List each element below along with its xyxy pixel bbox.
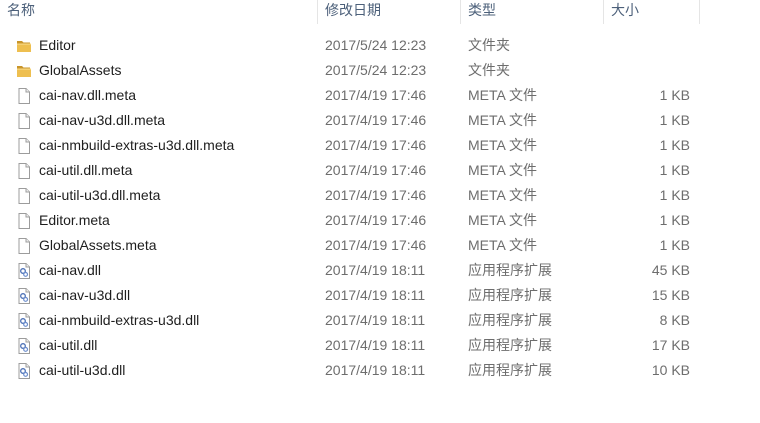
column-header-name[interactable]: 名称	[0, 0, 318, 24]
file-date-modified: 2017/4/19 17:46	[325, 137, 427, 153]
file-type: META 文件	[468, 112, 537, 128]
file-date-modified: 2017/4/19 17:46	[325, 187, 427, 203]
file-type: META 文件	[468, 187, 537, 203]
file-name: GlobalAssets	[39, 62, 122, 78]
file-name: GlobalAssets.meta	[39, 237, 157, 253]
dll-icon	[15, 262, 33, 280]
file-name: cai-util-u3d.dll	[39, 362, 126, 378]
file-rows: Editor 2017/5/24 12:23 文件夹 GlobalAssets 2017…	[0, 33, 760, 383]
folder-row[interactable]: GlobalAssets 2017/5/24 12:23 文件夹	[0, 58, 700, 83]
file-date-modified: 2017/4/19 17:46	[325, 212, 427, 228]
file-name: cai-nav-u3d.dll.meta	[39, 112, 166, 128]
document-icon	[15, 87, 33, 105]
file-size: 1 KB	[659, 237, 690, 253]
file-name: cai-nmbuild-extras-u3d.dll	[39, 312, 200, 328]
file-size	[610, 33, 690, 58]
file-row[interactable]: cai-util-u3d.dll 2017/4/19 18:11 应用程序扩展 10 …	[0, 358, 700, 383]
file-size: 1 KB	[659, 162, 690, 178]
file-date-modified: 2017/4/19 17:46	[325, 162, 427, 178]
file-type: 应用程序扩展	[468, 312, 552, 328]
document-icon	[15, 137, 33, 155]
file-size: 1 KB	[659, 212, 690, 228]
column-header-date-modified[interactable]: 修改日期	[318, 0, 461, 24]
file-name: cai-util-u3d.dll.meta	[39, 187, 161, 203]
file-size: 10 KB	[651, 362, 690, 378]
file-type: 应用程序扩展	[468, 362, 552, 378]
file-list-view: 名称 修改日期 类型 大小 Editor 2017/5/24 12:23 文件夹 Gl…	[0, 0, 760, 423]
file-size	[610, 58, 690, 83]
file-name: Editor.meta	[39, 212, 110, 228]
document-icon	[15, 187, 33, 205]
dll-icon	[15, 337, 33, 355]
dll-icon	[15, 312, 33, 330]
file-size: 1 KB	[659, 137, 690, 153]
file-size: 15 KB	[651, 287, 690, 303]
file-row[interactable]: cai-nmbuild-extras-u3d.dll 2017/4/19 18:1…	[0, 308, 700, 333]
file-size: 1 KB	[659, 87, 690, 103]
file-date-modified: 2017/4/19 17:46	[325, 112, 427, 128]
file-name: cai-nav-u3d.dll	[39, 287, 131, 303]
file-name: cai-util.dll	[39, 337, 98, 353]
dll-icon	[15, 362, 33, 380]
file-type: META 文件	[468, 237, 537, 253]
column-header-size[interactable]: 大小	[604, 0, 700, 24]
file-name: Editor	[39, 37, 76, 53]
file-type: META 文件	[468, 212, 537, 228]
file-type: 应用程序扩展	[468, 337, 552, 353]
file-type: 文件夹	[468, 62, 510, 78]
document-icon	[15, 162, 33, 180]
file-type: 应用程序扩展	[468, 262, 552, 278]
dll-icon	[15, 287, 33, 305]
file-name: cai-util.dll.meta	[39, 162, 133, 178]
file-date-modified: 2017/5/24 12:23	[325, 37, 427, 53]
file-type: META 文件	[468, 137, 537, 153]
file-type: 文件夹	[468, 37, 510, 53]
file-date-modified: 2017/4/19 17:46	[325, 237, 427, 253]
file-row[interactable]: GlobalAssets.meta 2017/4/19 17:46 META 文件 1…	[0, 233, 700, 258]
column-header-type[interactable]: 类型	[461, 0, 604, 24]
file-row[interactable]: cai-nmbuild-extras-u3d.dll.meta 2017/4/19…	[0, 133, 700, 158]
file-name: cai-nav.dll	[39, 262, 101, 278]
file-row[interactable]: cai-nav.dll 2017/4/19 18:11 应用程序扩展 45 KB	[0, 258, 700, 283]
file-size: 1 KB	[659, 187, 690, 203]
folder-icon	[15, 62, 33, 80]
folder-icon	[15, 37, 33, 55]
file-size: 1 KB	[659, 112, 690, 128]
file-date-modified: 2017/5/24 12:23	[325, 62, 427, 78]
document-icon	[15, 112, 33, 130]
file-row[interactable]: cai-nav.dll.meta 2017/4/19 17:46 META 文件 1 …	[0, 83, 700, 108]
file-row[interactable]: cai-util.dll.meta 2017/4/19 17:46 META 文件 1…	[0, 158, 700, 183]
file-type: 应用程序扩展	[468, 287, 552, 303]
file-date-modified: 2017/4/19 17:46	[325, 87, 427, 103]
file-date-modified: 2017/4/19 18:11	[325, 362, 426, 378]
file-name: cai-nav.dll.meta	[39, 87, 137, 103]
file-size: 45 KB	[651, 262, 690, 278]
file-type: META 文件	[468, 162, 537, 178]
file-row[interactable]: cai-util.dll 2017/4/19 18:11 应用程序扩展 17 KB	[0, 333, 700, 358]
file-name: cai-nmbuild-extras-u3d.dll.meta	[39, 137, 235, 153]
file-size: 17 KB	[651, 337, 690, 353]
file-size: 8 KB	[659, 312, 690, 328]
document-icon	[15, 212, 33, 230]
folder-row[interactable]: Editor 2017/5/24 12:23 文件夹	[0, 33, 700, 58]
column-header-bar: 名称 修改日期 类型 大小	[0, 0, 760, 24]
document-icon	[15, 237, 33, 255]
file-date-modified: 2017/4/19 18:11	[325, 287, 426, 303]
file-date-modified: 2017/4/19 18:11	[325, 337, 426, 353]
file-date-modified: 2017/4/19 18:11	[325, 262, 426, 278]
file-row[interactable]: Editor.meta 2017/4/19 17:46 META 文件 1 KB	[0, 208, 700, 233]
file-row[interactable]: cai-nav-u3d.dll 2017/4/19 18:11 应用程序扩展 15 K…	[0, 283, 700, 308]
file-type: META 文件	[468, 87, 537, 103]
file-row[interactable]: cai-nav-u3d.dll.meta 2017/4/19 17:46 META …	[0, 108, 700, 133]
file-row[interactable]: cai-util-u3d.dll.meta 2017/4/19 17:46 META…	[0, 183, 700, 208]
file-date-modified: 2017/4/19 18:11	[325, 312, 426, 328]
